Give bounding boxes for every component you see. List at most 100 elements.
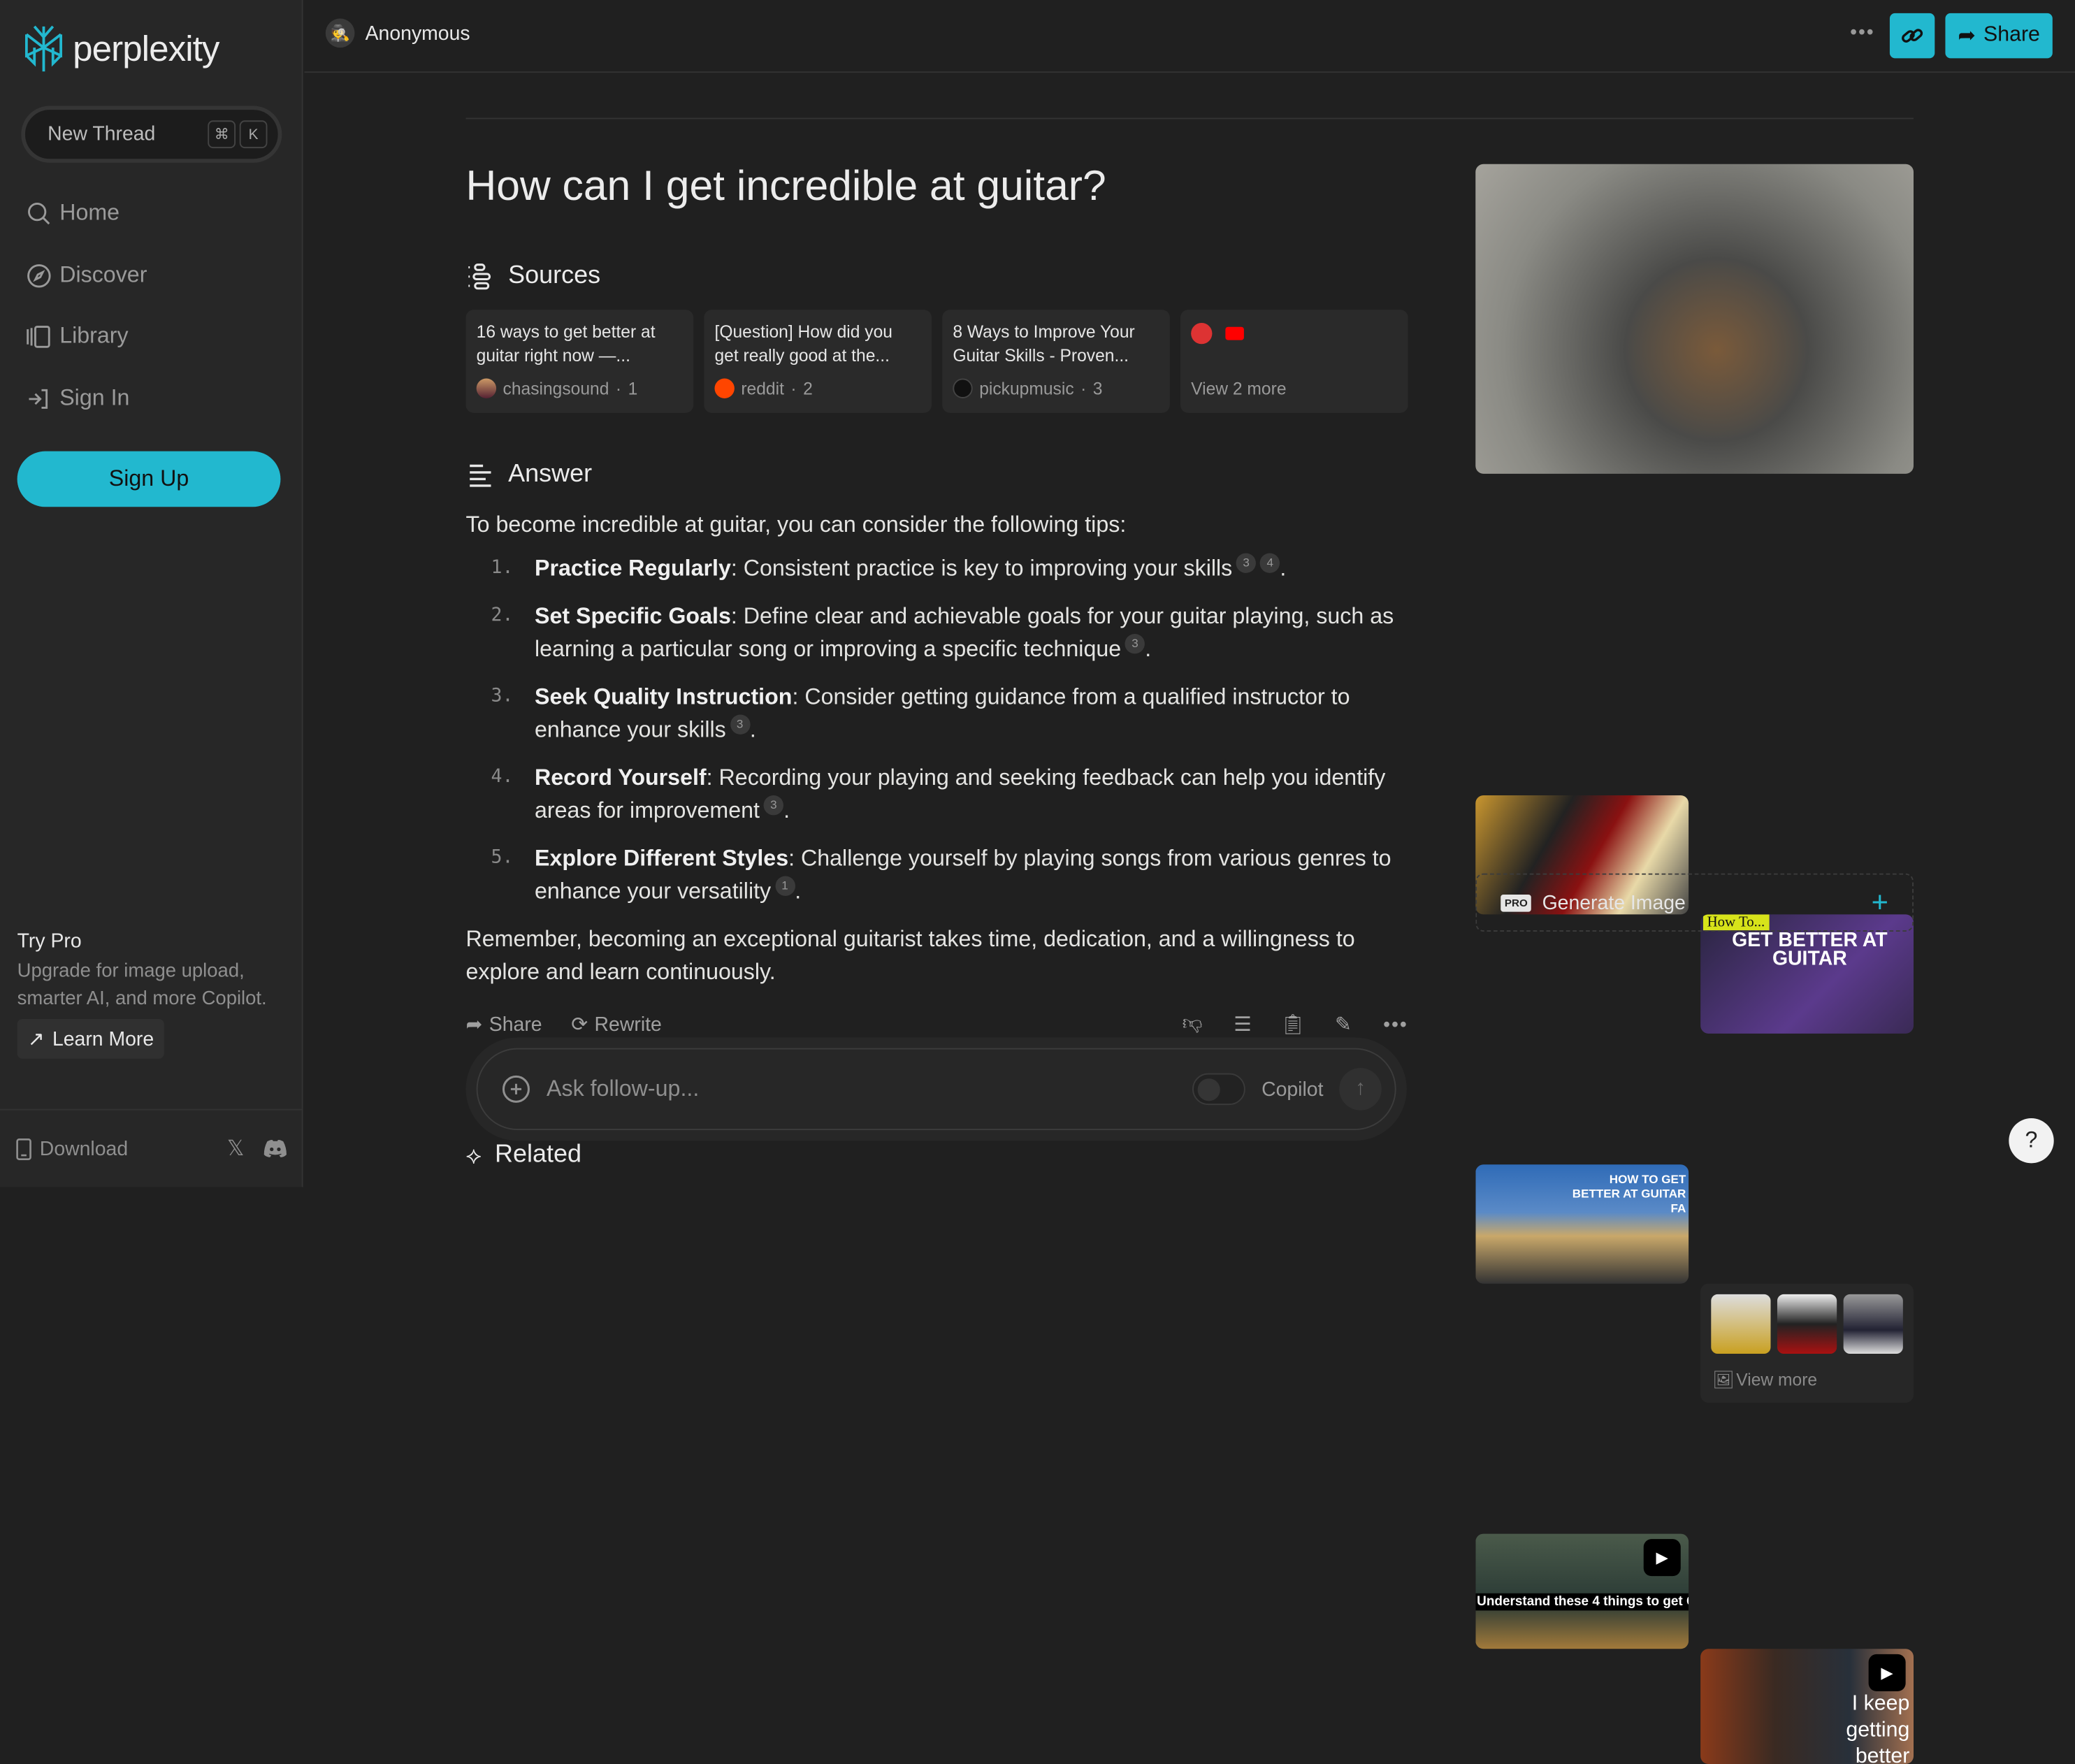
thumb-text: Understand these 4 things to get GOOD bbox=[1475, 1593, 1689, 1611]
sidebar-item-home[interactable]: Home bbox=[27, 200, 120, 226]
new-thread-label: New Thread bbox=[48, 123, 156, 146]
image-icon: 🖼︎ bbox=[1712, 1369, 1735, 1390]
link-icon bbox=[1902, 29, 1923, 43]
view-more-images[interactable]: 🖼︎ View more bbox=[1700, 1283, 1914, 1403]
copilot-toggle[interactable] bbox=[1192, 1073, 1246, 1106]
youtube-favicon-icon bbox=[1225, 326, 1244, 340]
source-index: 3 bbox=[1092, 377, 1103, 398]
source-card[interactable]: 8 Ways to Improve Your Guitar Skills - P… bbox=[942, 310, 1170, 413]
answer-intro: To become incredible at guitar, you can … bbox=[465, 512, 1127, 537]
view-more-sources: View 2 more bbox=[1191, 377, 1287, 398]
tip-number: 3. bbox=[491, 685, 514, 707]
follow-up-box: Ask follow-up... Copilot ↑ bbox=[465, 1037, 1407, 1141]
view-sources-icon[interactable]: ☰ bbox=[1217, 1013, 1268, 1036]
follow-up-input[interactable]: Ask follow-up... Copilot ↑ bbox=[476, 1048, 1396, 1131]
video-thumbnail[interactable]: Understand these 4 things to get GOOD ▶ bbox=[1475, 1533, 1689, 1649]
chasingsound-favicon-icon bbox=[476, 378, 497, 398]
related-header: ⟡ Related bbox=[466, 1141, 582, 1170]
thumbs-down-icon[interactable]: 👎︎ bbox=[1167, 1013, 1217, 1036]
download-label: Download bbox=[39, 1137, 129, 1160]
main-image[interactable] bbox=[1475, 164, 1914, 474]
x-twitter-icon[interactable]: 𝕏 bbox=[216, 1136, 256, 1162]
sign-in-icon bbox=[29, 388, 48, 408]
source-site: chasingsound bbox=[503, 377, 609, 398]
tip-item: 4. Record Yourself: Recording your playin… bbox=[466, 761, 1408, 827]
citation-badge[interactable]: 3 bbox=[763, 795, 784, 816]
share-answer-label: Share bbox=[489, 1013, 542, 1036]
share-button[interactable]: ➦ Share bbox=[1945, 13, 2053, 59]
generate-image-button[interactable]: PRO Generate Image + bbox=[1475, 873, 1914, 932]
logo[interactable]: perplexity bbox=[22, 24, 219, 74]
tip-title: Explore Different Styles bbox=[534, 845, 789, 871]
phone-icon bbox=[16, 1138, 31, 1160]
pro-badge: PRO bbox=[1501, 894, 1532, 911]
citation-badge[interactable]: 1 bbox=[774, 876, 795, 897]
tips-list: 1. Practice Regularly: Consistent practic… bbox=[466, 552, 1408, 908]
help-button[interactable]: ? bbox=[2009, 1118, 2054, 1164]
sidebar-item-label: Sign In bbox=[59, 385, 130, 410]
answer-conclusion: Remember, becoming an exceptional guitar… bbox=[465, 926, 1355, 985]
tip-number: 5. bbox=[491, 846, 514, 869]
more-options-icon[interactable]: ••• bbox=[1850, 21, 1875, 43]
sidebar-footer: Download 𝕏 bbox=[0, 1108, 303, 1187]
sign-up-button[interactable]: Sign Up bbox=[17, 451, 281, 507]
citation-badge[interactable]: 4 bbox=[1260, 554, 1280, 574]
citation-badge[interactable]: 3 bbox=[1125, 634, 1145, 655]
search-icon bbox=[28, 202, 50, 224]
rewrite-button[interactable]: ⟳ Rewrite bbox=[571, 1013, 662, 1036]
learn-more-button[interactable]: ↗ Learn More bbox=[17, 1018, 165, 1059]
image-thumbnail bbox=[1843, 1294, 1903, 1354]
sidebar-item-label: Home bbox=[59, 199, 120, 225]
video-thumbnail[interactable]: HOW TO GET BETTER AT GUITAR FA bbox=[1475, 1164, 1689, 1284]
copy-link-button[interactable] bbox=[1889, 13, 1935, 59]
view-more-sources-card[interactable]: View 2 more bbox=[1180, 310, 1408, 413]
source-card[interactable]: 16 ways to get better at guitar right no… bbox=[465, 310, 694, 413]
copy-icon[interactable]: 📋︎ bbox=[1268, 1013, 1318, 1036]
tip-item: 1. Practice Regularly: Consistent practic… bbox=[466, 552, 1408, 585]
sidebar-item-discover[interactable]: Discover bbox=[27, 262, 147, 289]
perplexity-logo-icon bbox=[24, 25, 62, 72]
share-arrow-icon: ➦ bbox=[1958, 24, 1976, 48]
discord-icon[interactable] bbox=[263, 1139, 287, 1158]
tip-number: 2. bbox=[491, 605, 514, 626]
share-label: Share bbox=[1983, 24, 2040, 47]
image-thumbnail bbox=[1711, 1294, 1771, 1354]
new-thread-button[interactable]: New Thread ⌘ K bbox=[21, 106, 282, 163]
share-answer-button[interactable]: ➦ Share bbox=[466, 1013, 542, 1036]
source-title: [Question] How did you get really good a… bbox=[714, 321, 892, 365]
source-card[interactable]: [Question] How did you get really good a… bbox=[704, 310, 932, 413]
sidebar-item-sign-in[interactable]: Sign In bbox=[27, 385, 130, 412]
play-icon: ▶ bbox=[1868, 1654, 1906, 1691]
guitar-site-favicon-icon bbox=[1191, 323, 1213, 345]
attach-plus-icon[interactable] bbox=[502, 1075, 531, 1104]
download-link[interactable]: Download bbox=[16, 1137, 208, 1160]
more-icon[interactable]: ••• bbox=[1368, 1013, 1408, 1035]
tip-number: 4. bbox=[491, 766, 514, 788]
video-thumbnail[interactable]: I keep getting better ▶ bbox=[1700, 1649, 1914, 1764]
source-title: 16 ways to get better at guitar right no… bbox=[476, 321, 656, 365]
arrow-up-right-icon: ↗ bbox=[27, 1028, 45, 1051]
edit-icon[interactable]: ✎ bbox=[1318, 1013, 1368, 1036]
divider bbox=[465, 117, 1914, 120]
submit-button[interactable]: ↑ bbox=[1339, 1068, 1382, 1111]
brand-name: perplexity bbox=[73, 28, 219, 68]
answer-lines-icon bbox=[470, 464, 491, 487]
related-stack-icon: ⟡ bbox=[465, 1141, 482, 1169]
tip-text: : Consistent practice is key to improvin… bbox=[730, 556, 1233, 581]
follow-up-placeholder: Ask follow-up... bbox=[547, 1076, 700, 1101]
reddit-favicon-icon bbox=[714, 378, 735, 398]
question-title: How can I get incredible at guitar? bbox=[465, 161, 1106, 210]
play-icon: ▶ bbox=[1643, 1539, 1681, 1577]
sidebar-item-library[interactable]: Library bbox=[27, 323, 129, 349]
citation-badge[interactable]: 3 bbox=[730, 715, 750, 735]
tip-title: Record Yourself bbox=[534, 765, 707, 790]
sidebar-item-label: Discover bbox=[59, 261, 147, 287]
sources-header: Sources bbox=[466, 262, 600, 291]
image-thumbnail[interactable]: How To... GET BETTER AT GUITAR bbox=[1700, 914, 1914, 1034]
sidebar-item-label: Library bbox=[59, 323, 129, 348]
user-name: Anonymous bbox=[365, 22, 470, 45]
citation-badge[interactable]: 3 bbox=[1236, 554, 1257, 574]
thumb-text: HOW TO GET BETTER AT GUITAR FA bbox=[1572, 1172, 1686, 1215]
tip-title: Set Specific Goals bbox=[534, 603, 731, 629]
answer-body: To become incredible at guitar, you can … bbox=[466, 508, 1408, 988]
